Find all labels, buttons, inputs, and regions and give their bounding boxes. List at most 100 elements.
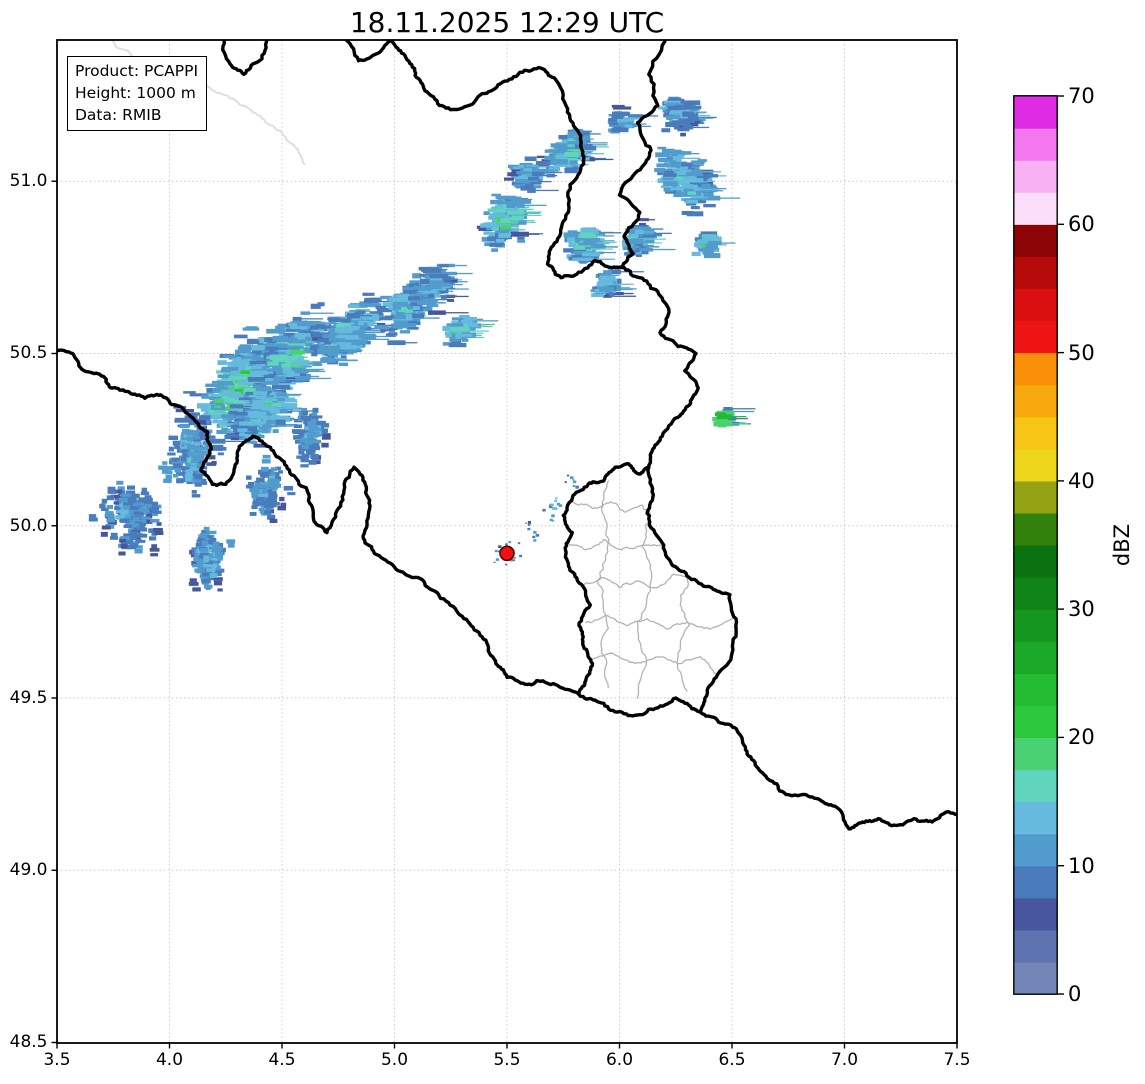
echo-cell: [168, 446, 174, 452]
echo-streak: [734, 418, 749, 420]
echo-cell: [702, 235, 714, 240]
echo-cell: [272, 336, 289, 342]
echo-cell: [196, 450, 203, 454]
echo-cell: [300, 415, 310, 420]
echo-cell: [551, 514, 555, 518]
echo-cell: [156, 522, 162, 526]
echo-cell: [200, 548, 208, 552]
echo-cell: [291, 367, 302, 371]
echo-cell: [310, 448, 316, 454]
echo-cell: [495, 195, 510, 200]
country-border: [645, 465, 739, 714]
echo-cell: [639, 222, 646, 226]
echo-cell: [455, 333, 473, 337]
echo-streak: [653, 233, 662, 236]
echo-cell: [300, 455, 309, 461]
echo-cell: [662, 177, 674, 181]
echo-streak: [265, 389, 275, 391]
echo-cell: [396, 301, 408, 306]
colorbar-segment: [1014, 96, 1057, 129]
echo-cell: [617, 118, 628, 123]
echo-cell: [500, 218, 511, 223]
colorbar-segment: [1014, 480, 1057, 514]
echo-cell: [212, 419, 219, 424]
echo-cell: [255, 395, 266, 399]
echo-cell: [611, 127, 629, 133]
echo-cell: [317, 302, 325, 307]
echo-cell: [140, 516, 151, 520]
echo-cell: [630, 233, 639, 238]
echo-cell: [581, 252, 601, 257]
echo-cell: [663, 173, 677, 177]
echo-streak: [585, 153, 605, 155]
echo-cell: [110, 532, 118, 537]
echo-cell: [382, 302, 393, 306]
echo-streak: [672, 149, 682, 151]
echo-cell: [116, 480, 124, 485]
echo-cell: [213, 581, 222, 586]
echo-cell: [591, 293, 604, 298]
echo-streak: [330, 350, 347, 353]
echo-streak: [365, 338, 390, 340]
echo-cell: [301, 411, 308, 415]
figure-title: 18.11.2025 12:29 UTC: [349, 6, 665, 39]
echo-cell: [413, 306, 420, 310]
echo-cell: [428, 310, 446, 315]
echo-cell: [608, 292, 615, 297]
echo-cell: [399, 330, 411, 334]
echo-cell: [673, 151, 692, 155]
echo-streak: [587, 133, 601, 135]
echo-cell: [523, 168, 533, 172]
echo-cell: [194, 482, 202, 487]
echo-streak: [589, 241, 603, 243]
echo-cell: [140, 491, 150, 496]
echo-cell: [190, 466, 197, 471]
echo-cell: [639, 247, 653, 252]
echo-cell: [338, 329, 352, 334]
echo-cell: [321, 436, 331, 440]
echo-cell: [670, 187, 683, 191]
echo-cell: [287, 492, 296, 496]
echo-cell: [532, 535, 536, 539]
echo-cell: [264, 504, 270, 509]
echo-cell: [272, 384, 291, 390]
echo-streak: [443, 312, 469, 314]
echo-cell: [675, 170, 686, 175]
echo-cell: [585, 246, 591, 250]
info-box-data-source: Data: RMIB: [75, 106, 162, 124]
echo-cell: [185, 477, 193, 482]
echo-cell: [338, 362, 349, 366]
echo-streak: [690, 119, 702, 122]
colorbar-segment: [1014, 320, 1057, 354]
echo-streak: [448, 283, 463, 286]
echo-cell: [262, 454, 271, 459]
echo-cell: [308, 425, 318, 430]
echo-cell: [270, 496, 276, 500]
echo-cell: [203, 526, 210, 532]
echo-cell: [144, 495, 152, 500]
echo-cell: [272, 429, 279, 433]
echo-cell: [269, 518, 278, 523]
echo-streak: [719, 242, 736, 244]
echo-cell: [226, 539, 236, 544]
echo-cell: [265, 509, 272, 515]
echo-cell: [489, 242, 503, 247]
map-plot: [51, 39, 958, 1049]
echo-cell: [101, 525, 111, 530]
echo-cell: [701, 184, 711, 187]
echo-streak: [536, 166, 555, 168]
echo-cell: [511, 216, 524, 221]
echo-cell: [261, 466, 269, 472]
echo-cell: [191, 494, 201, 498]
echo-cell: [374, 324, 389, 330]
echo-cell: [106, 495, 114, 501]
echo-cell: [267, 368, 278, 372]
echo-cell: [580, 227, 594, 232]
echo-cell: [301, 444, 309, 449]
echo-cell: [599, 275, 616, 279]
echo-cell: [287, 345, 301, 349]
echo-cell: [317, 338, 330, 343]
echo-cell: [550, 143, 568, 148]
echo-cell: [133, 511, 142, 515]
echo-streak: [513, 204, 534, 207]
